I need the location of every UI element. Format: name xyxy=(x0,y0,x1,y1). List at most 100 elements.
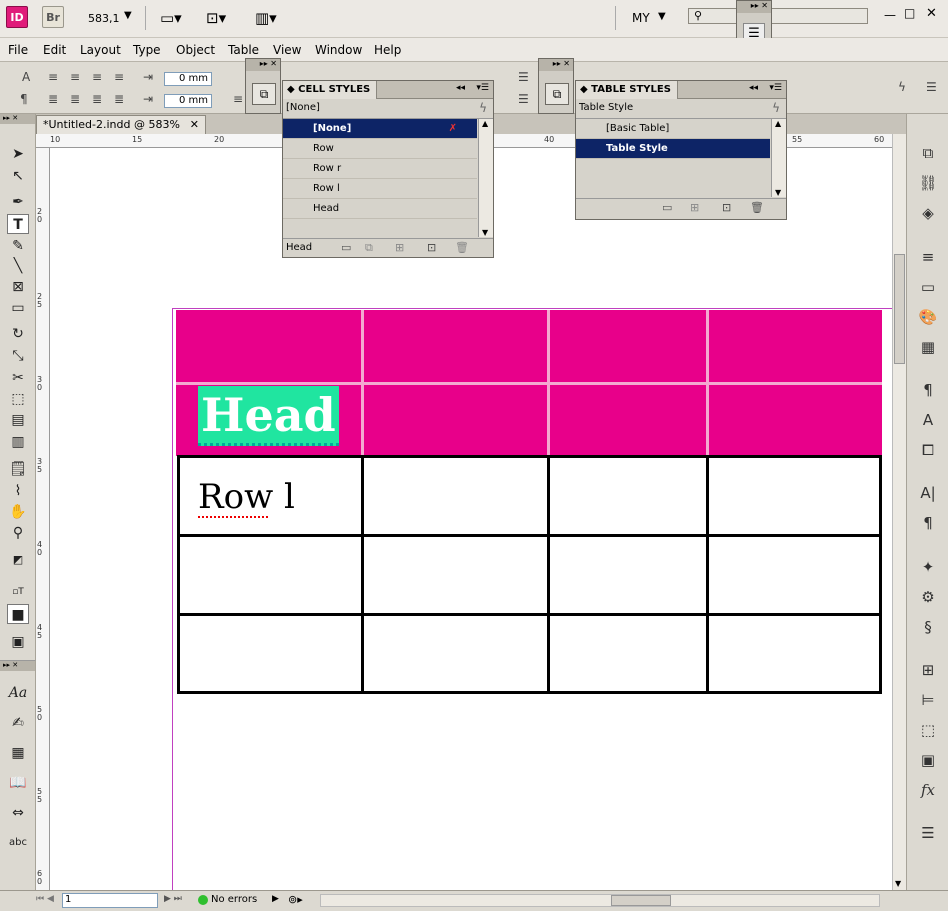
view-mode-icon[interactable]: ▣ xyxy=(7,632,29,652)
numbered-list-icon[interactable]: ☰ xyxy=(518,92,529,106)
scroll-thumb[interactable] xyxy=(894,254,905,364)
text-wrap-icon[interactable]: ▦ xyxy=(7,743,29,763)
layers-icon[interactable]: ◈ xyxy=(917,202,939,224)
delete-style-icon[interactable]: 🗑 xyxy=(455,241,469,254)
effects-icon[interactable]: ✦ xyxy=(917,556,939,578)
panel-menu-icon[interactable]: ▾☰ xyxy=(769,83,782,93)
rectangle-tool-icon[interactable]: ▭ xyxy=(7,298,29,318)
left-indent-field[interactable]: 0 mm xyxy=(164,72,212,86)
collapse-panel-icon[interactable]: ◂◂ xyxy=(456,83,465,93)
object-styles-icon[interactable]: ⧠ xyxy=(917,439,939,461)
align-right-icon[interactable]: ≡ xyxy=(92,70,102,84)
quick-apply-icon[interactable]: ϟ xyxy=(772,99,780,117)
cell-style-item[interactable]: Head xyxy=(283,199,477,219)
cell-style-item[interactable]: Row r xyxy=(283,159,477,179)
new-style-icon[interactable]: ⊡ xyxy=(427,241,436,254)
new-group-icon[interactable]: ▭ xyxy=(662,201,672,214)
justify-center-icon[interactable]: ≣ xyxy=(70,92,80,106)
menu-file[interactable]: File xyxy=(8,43,28,57)
transform-icon[interactable]: ⬚ xyxy=(917,719,939,741)
collapse-panel-icon[interactable]: ◂◂ xyxy=(749,83,758,93)
menu-window[interactable]: Window xyxy=(315,43,362,57)
control-panel-menu-icon[interactable]: ☰ xyxy=(926,80,937,94)
cell-style-item[interactable]: Row l xyxy=(283,179,477,199)
menu-layout[interactable]: Layout xyxy=(80,43,121,57)
align-objects-icon[interactable]: ⊨ xyxy=(917,689,939,711)
bridge-button[interactable]: Br xyxy=(42,6,64,28)
table-icon[interactable]: ▦ xyxy=(917,336,939,358)
attributes-icon[interactable]: ⚙ xyxy=(917,586,939,608)
apply-color-icon[interactable]: ■ xyxy=(7,604,29,624)
cell-styles-toggle-icon[interactable]: ⧉ xyxy=(252,83,276,105)
pen-tool-icon[interactable]: ✒ xyxy=(7,192,29,212)
line-tool-icon[interactable]: ╲ xyxy=(7,256,29,276)
paragraph-icon[interactable]: ¶ xyxy=(917,512,939,534)
workspace-dropdown-icon[interactable]: ▼ xyxy=(658,11,666,22)
horizontal-scrollbar[interactable] xyxy=(320,894,880,907)
links-icon[interactable]: ⛓ xyxy=(917,172,939,194)
gradient-swatch-tool-icon[interactable]: ▤ xyxy=(7,410,29,430)
page-number-field[interactable]: 1 xyxy=(62,893,158,908)
character-formatting-icon[interactable]: A xyxy=(22,70,30,84)
info-icon[interactable]: ▣ xyxy=(917,749,939,771)
justify-all-icon[interactable]: ≣ xyxy=(114,92,124,106)
menu-edit[interactable]: Edit xyxy=(43,43,66,57)
type-tool-icon[interactable]: T xyxy=(7,214,29,234)
hyperlinks-icon[interactable]: ⇔ xyxy=(7,803,29,823)
book-icon[interactable]: 📖 xyxy=(7,773,29,793)
h-scroll-thumb[interactable] xyxy=(611,895,671,906)
pages-icon[interactable]: ⧉ xyxy=(917,142,939,164)
panel-menu-icon[interactable]: ▾☰ xyxy=(476,83,489,93)
maximize-icon[interactable]: □ xyxy=(904,6,915,20)
scroll-up-icon[interactable]: ▲ xyxy=(482,119,488,128)
scroll-down-icon[interactable]: ▼ xyxy=(775,188,781,197)
quick-apply-icon[interactable]: ϟ xyxy=(479,99,487,117)
rectangle-frame-tool-icon[interactable]: ⊠ xyxy=(7,277,29,297)
story-editor-icon[interactable]: ✍ xyxy=(7,713,29,733)
first-line-indent-field[interactable]: 0 mm xyxy=(164,94,212,108)
scroll-down-icon[interactable]: ▼ xyxy=(482,228,488,237)
workspace-switcher[interactable]: MY xyxy=(632,11,650,25)
zoom-tool-icon[interactable]: ⚲ xyxy=(7,523,29,543)
cell-style-item[interactable]: [None] ✗ xyxy=(283,119,477,139)
head-cell-text[interactable]: Head xyxy=(198,386,339,446)
zoom-level[interactable]: 583,1 xyxy=(88,12,120,25)
align-icon[interactable]: ⊞ xyxy=(917,659,939,681)
document-canvas[interactable]: Head Row l xyxy=(50,148,892,890)
scroll-up-icon[interactable]: ▲ xyxy=(775,119,781,128)
character-styles-icon[interactable]: Aa xyxy=(7,683,29,703)
table-styles-tab[interactable]: ◆ TABLE STYLES xyxy=(576,81,678,99)
new-group-icon[interactable]: ▭ xyxy=(341,241,351,254)
space-before-icon[interactable]: ≡ xyxy=(233,92,243,106)
vertical-scrollbar[interactable]: ▼ xyxy=(892,134,906,890)
character-icon[interactable]: A| xyxy=(917,482,939,504)
paragraph-styles-icon[interactable]: ¶ xyxy=(917,379,939,401)
justify-right-icon[interactable]: ≣ xyxy=(92,92,102,106)
table-styles-scrollbar[interactable]: ▲ ▼ xyxy=(771,119,786,197)
close-icon[interactable]: ✕ xyxy=(926,6,937,21)
character-styles-icon[interactable]: A xyxy=(917,409,939,431)
script-icon[interactable]: fx xyxy=(917,779,939,801)
screen-mode-icon[interactable]: ⊡▾ xyxy=(206,9,226,27)
menu-type[interactable]: Type xyxy=(133,43,161,57)
paragraph-formatting-icon[interactable]: ¶ xyxy=(20,92,28,106)
table-style-item[interactable]: Table Style xyxy=(576,139,770,159)
open-document-icon[interactable]: ⊚▸ xyxy=(288,893,303,906)
fill-stroke-icon[interactable]: ◩ xyxy=(7,550,29,570)
preflight-menu-icon[interactable]: ▶ xyxy=(272,894,279,904)
first-page-icon[interactable]: ⏮ ◀ xyxy=(36,894,54,904)
rotate-tool-icon[interactable]: ↻ xyxy=(7,324,29,344)
menu-help[interactable]: Help xyxy=(374,43,401,57)
direct-selection-tool-icon[interactable]: ↖ xyxy=(7,166,29,186)
gradient-icon[interactable]: ▭ xyxy=(917,276,939,298)
formatting-affects-icon[interactable]: ▫T xyxy=(7,582,29,602)
menu-object[interactable]: Object xyxy=(176,43,215,57)
stroke-icon[interactable]: ≡ xyxy=(917,246,939,268)
minimize-icon[interactable]: — xyxy=(884,8,896,22)
scissors-tool-icon[interactable]: ✂ xyxy=(7,368,29,388)
note-tool-icon[interactable]: 🗒 xyxy=(7,459,29,479)
search-input[interactable]: ⚲ xyxy=(688,8,868,24)
row-cell-text[interactable]: Row l xyxy=(198,476,295,518)
table-style-item[interactable]: [Basic Table] xyxy=(576,119,770,139)
pencil-tool-icon[interactable]: ✎ xyxy=(7,236,29,256)
